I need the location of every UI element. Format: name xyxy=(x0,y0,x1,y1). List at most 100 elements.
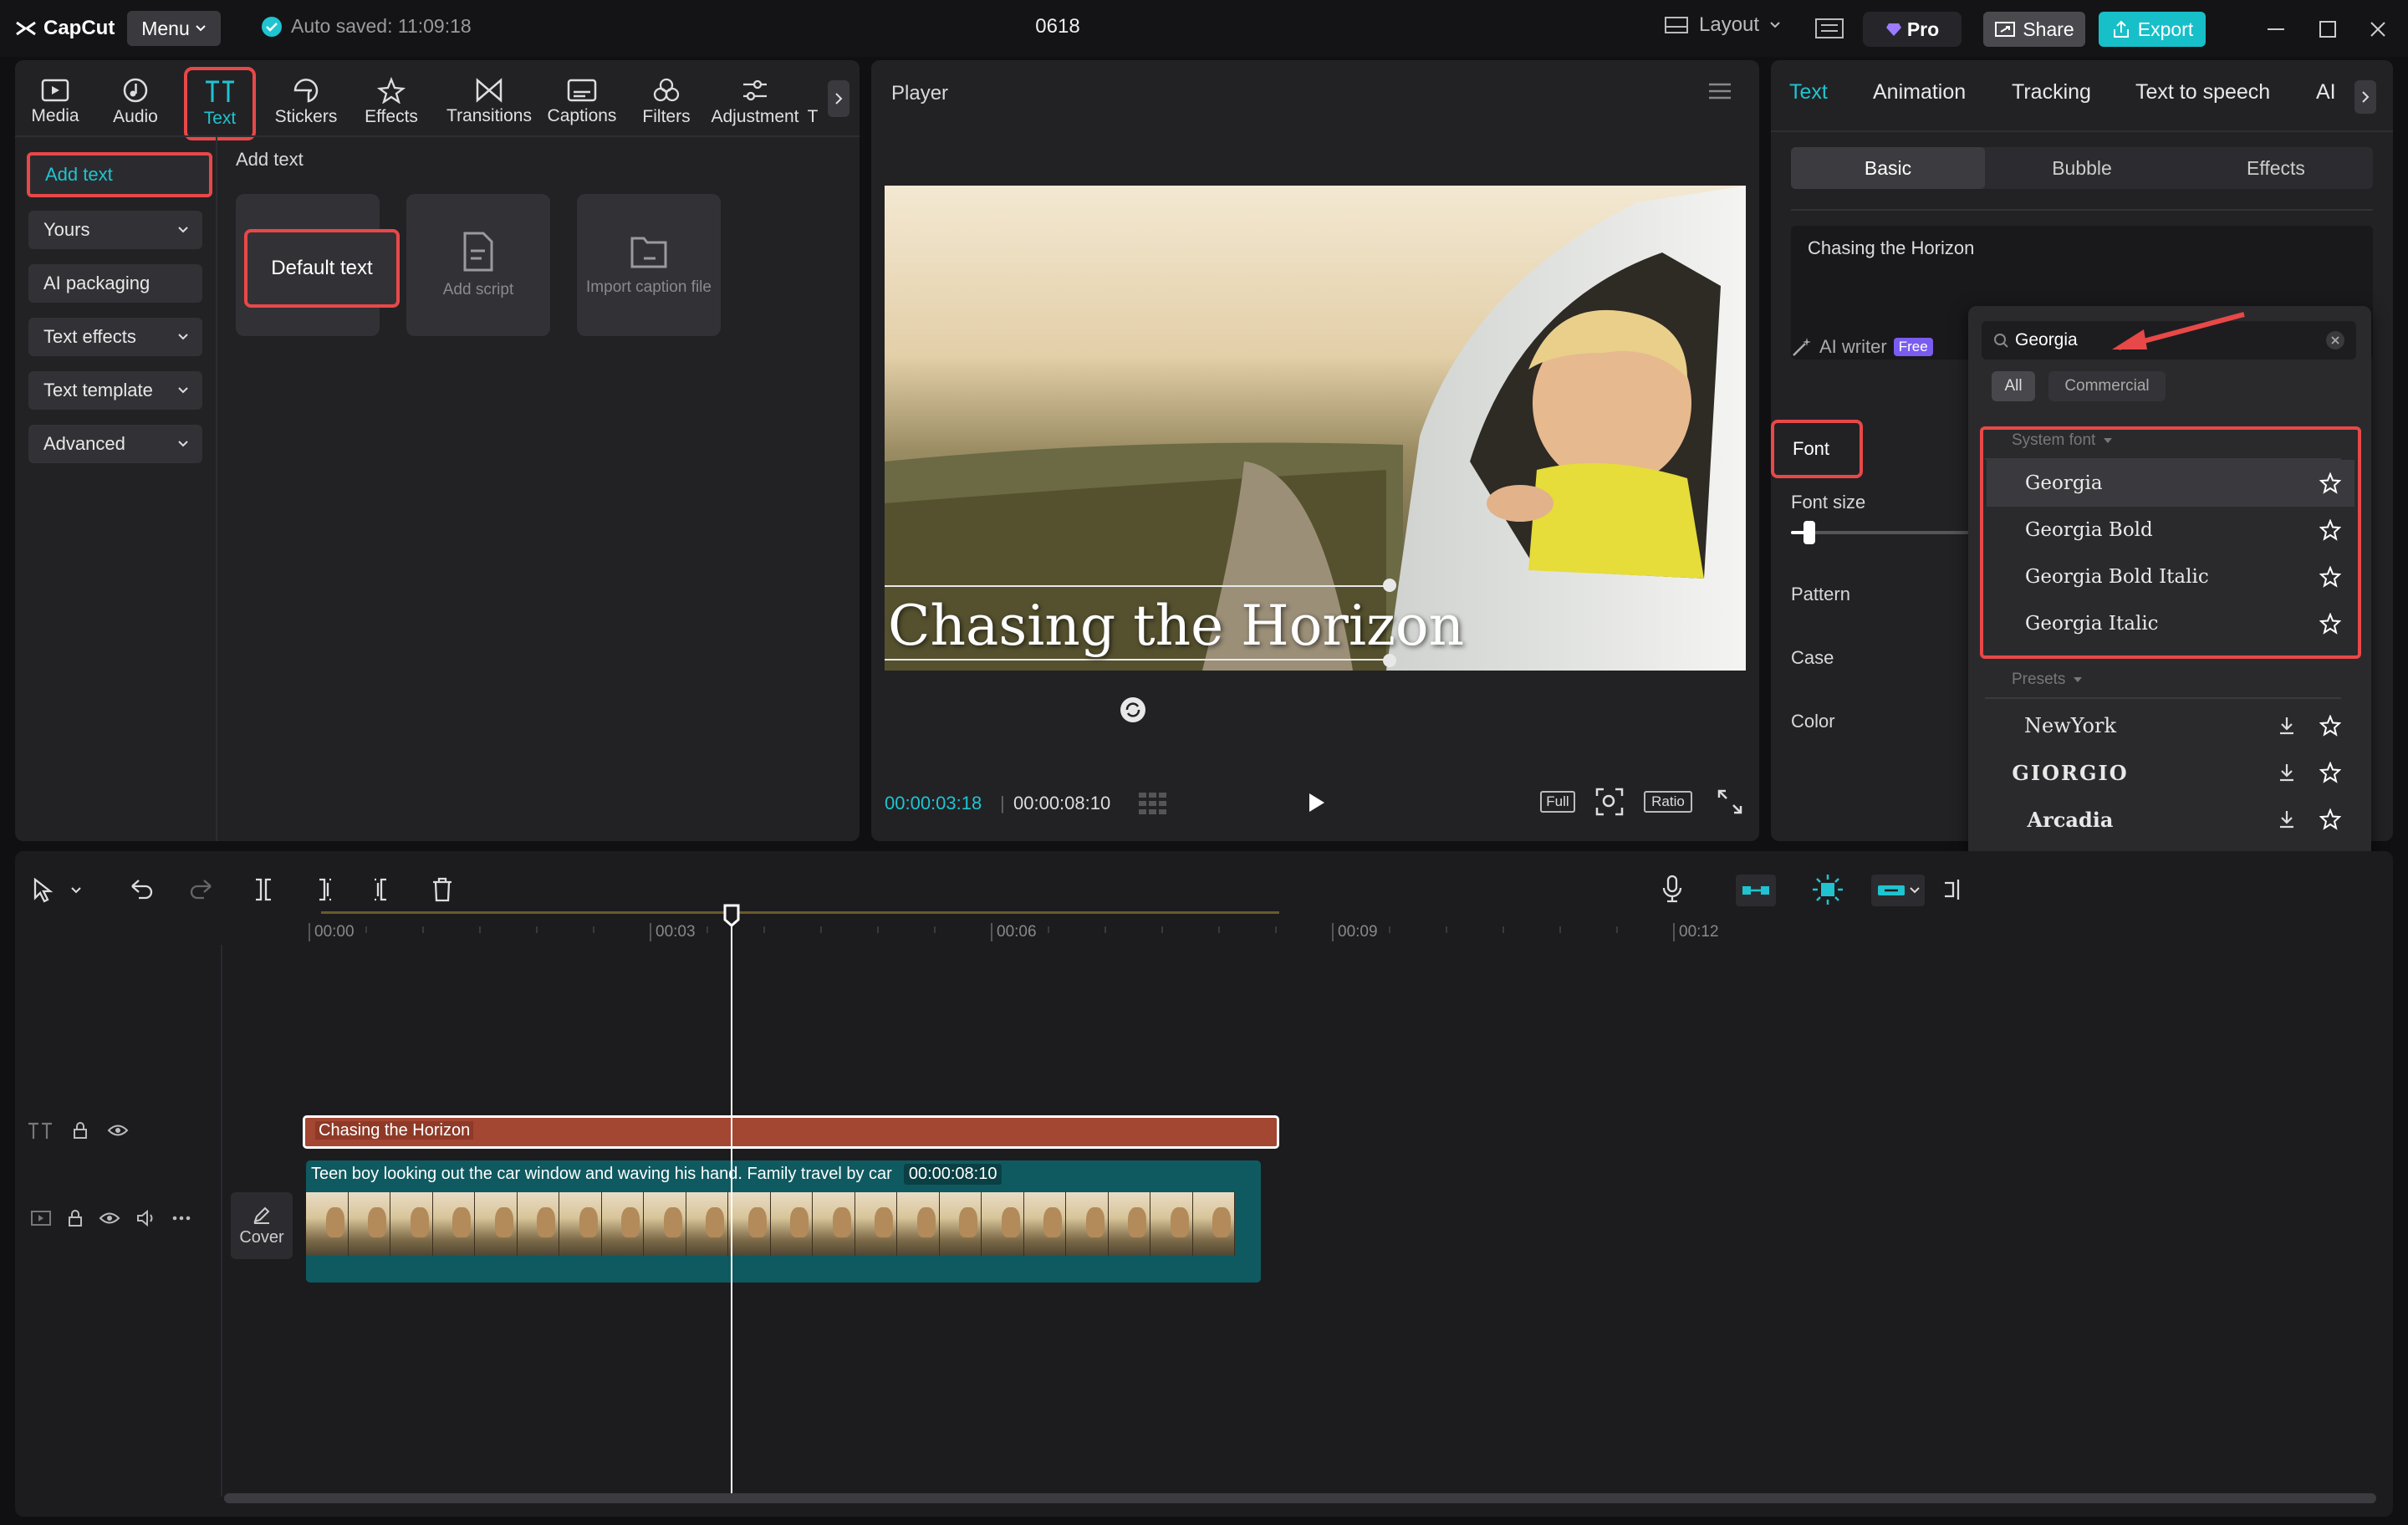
full-button[interactable]: Full xyxy=(1540,791,1575,813)
subtab-bubble[interactable]: Bubble xyxy=(1985,147,2179,189)
download-icon[interactable] xyxy=(2278,809,2296,829)
clear-search-icon[interactable] xyxy=(2326,331,2344,349)
video-caption[interactable]: Chasing the Horizon xyxy=(888,594,1464,658)
star-icon[interactable] xyxy=(2319,613,2341,635)
split-icon[interactable] xyxy=(251,876,276,903)
add-script-card[interactable]: Add script xyxy=(406,194,550,336)
pro-button[interactable]: Pro xyxy=(1863,12,1962,47)
side-item-advanced[interactable]: Advanced xyxy=(28,425,202,463)
tab-animation[interactable]: Animation xyxy=(1873,80,1966,105)
tab-ai[interactable]: AI xyxy=(2316,80,2344,105)
keyboard-icon[interactable] xyxy=(1814,17,1844,40)
star-icon[interactable] xyxy=(2319,762,2341,783)
share-button[interactable]: Share xyxy=(1983,12,2085,47)
star-icon[interactable] xyxy=(2319,566,2341,588)
timeline-scroll-thumb[interactable] xyxy=(224,1493,2376,1503)
select-tool-icon[interactable] xyxy=(32,878,54,903)
tab-tracking[interactable]: Tracking xyxy=(2012,80,2091,105)
default-text-button[interactable]: Default text xyxy=(244,229,400,308)
side-item-text-effects[interactable]: Text effects xyxy=(28,318,202,356)
redo-icon[interactable] xyxy=(189,878,214,901)
resize-handle[interactable] xyxy=(1383,579,1396,592)
star-icon[interactable] xyxy=(2319,808,2341,830)
font-option-georgia-italic[interactable]: Georgia Italic xyxy=(1987,600,2354,647)
tools-scroll-right[interactable] xyxy=(828,80,849,117)
playhead-handle[interactable] xyxy=(722,903,741,928)
text-clip[interactable]: Chasing the Horizon xyxy=(303,1115,1279,1149)
download-icon[interactable] xyxy=(2278,716,2296,736)
star-icon[interactable] xyxy=(2319,472,2341,494)
tool-text[interactable]: Text xyxy=(184,67,256,140)
preset-font-option[interactable]: GIORGIO xyxy=(1987,749,2354,796)
presets-section[interactable]: Presets xyxy=(2012,671,2084,689)
delete-right-icon[interactable] xyxy=(370,876,395,903)
menu-button[interactable]: Menu xyxy=(127,11,221,46)
eye-icon[interactable] xyxy=(107,1123,129,1138)
tool-filters[interactable]: Filters xyxy=(630,69,702,135)
subtab-basic[interactable]: Basic xyxy=(1791,147,1985,189)
cover-button[interactable]: Cover xyxy=(231,1192,293,1259)
tool-effects[interactable]: Effects xyxy=(355,69,428,135)
system-font-section[interactable]: System font xyxy=(2012,431,2114,450)
font-size-slider-thumb[interactable] xyxy=(1803,521,1815,544)
import-caption-card[interactable]: Import caption file xyxy=(577,194,721,336)
star-icon[interactable] xyxy=(2319,715,2341,737)
download-icon[interactable] xyxy=(2278,762,2296,783)
side-item-text-template[interactable]: Text template xyxy=(28,371,202,410)
hamburger-icon[interactable] xyxy=(1707,82,1732,100)
playhead[interactable] xyxy=(731,911,732,1500)
timeline-scrollbar[interactable] xyxy=(224,1493,2376,1503)
filter-all[interactable]: All xyxy=(1992,371,2035,401)
tool-audio[interactable]: Audio xyxy=(102,69,169,135)
zoom-fit-icon[interactable] xyxy=(1595,788,1624,816)
preview-axis-icon[interactable] xyxy=(1941,876,1967,903)
tool-media[interactable]: Media xyxy=(22,69,89,135)
tool-adjustment[interactable]: Adjustment xyxy=(706,69,804,135)
eye-icon[interactable] xyxy=(99,1211,120,1226)
side-item-add-text[interactable]: Add text xyxy=(27,152,212,197)
preset-font-option[interactable]: Arcadia xyxy=(1987,796,2354,843)
fullscreen-icon[interactable] xyxy=(1717,789,1742,814)
tab-text[interactable]: Text xyxy=(1789,80,1828,105)
side-item-ai-packaging[interactable]: AI packaging xyxy=(28,264,202,303)
ai-writer-button[interactable]: AI writer Free xyxy=(1791,336,1933,358)
font-option-georgia-bold-italic[interactable]: Georgia Bold Italic xyxy=(1987,553,2354,600)
speaker-icon[interactable] xyxy=(135,1209,157,1227)
undo-icon[interactable] xyxy=(129,878,154,901)
font-option-georgia-bold[interactable]: Georgia Bold xyxy=(1987,507,2354,553)
default-text-card[interactable]: Default text xyxy=(236,194,400,336)
tab-text-to-speech[interactable]: Text to speech xyxy=(2135,80,2270,105)
video-clip[interactable]: Teen boy looking out the car window and … xyxy=(306,1160,1261,1283)
preset-font-option[interactable]: NewYork xyxy=(1987,702,2354,749)
filter-commercial[interactable]: Commercial xyxy=(2048,371,2166,401)
lock-icon[interactable] xyxy=(67,1209,84,1227)
tool-transitions[interactable]: Transitions xyxy=(440,69,538,135)
play-icon[interactable] xyxy=(1304,791,1328,814)
more-icon[interactable] xyxy=(172,1215,191,1222)
linkage-icon[interactable] xyxy=(1871,875,1925,906)
tool-captions[interactable]: Captions xyxy=(540,69,624,135)
resize-handle[interactable] xyxy=(1383,654,1396,667)
subtab-effects[interactable]: Effects xyxy=(2179,147,2373,189)
tabs-scroll-right[interactable] xyxy=(2354,80,2376,114)
side-item-yours[interactable]: Yours xyxy=(28,211,202,249)
close-icon[interactable] xyxy=(2360,12,2396,47)
export-button[interactable]: Export xyxy=(2099,12,2206,47)
tool-more[interactable]: T xyxy=(801,69,824,135)
delete-left-icon[interactable] xyxy=(311,876,336,903)
minimize-icon[interactable] xyxy=(2258,12,2294,47)
tool-stickers[interactable]: Stickers xyxy=(268,69,344,135)
link-main-track-icon[interactable] xyxy=(1736,875,1776,906)
font-size-slider[interactable] xyxy=(1791,521,1975,544)
microphone-icon[interactable] xyxy=(1661,875,1684,903)
trash-icon[interactable] xyxy=(430,876,455,903)
timecode-grid-icon[interactable] xyxy=(1137,791,1176,816)
chevron-down-icon[interactable] xyxy=(70,886,82,895)
ratio-button[interactable]: Ratio xyxy=(1644,791,1692,813)
star-icon[interactable] xyxy=(2319,519,2341,541)
layout-button[interactable]: Layout xyxy=(1664,13,1781,37)
snap-icon[interactable] xyxy=(1811,873,1844,906)
rotate-icon[interactable] xyxy=(1119,696,1147,724)
maximize-icon[interactable] xyxy=(2309,12,2346,47)
video-preview[interactable]: Chasing the Horizon xyxy=(885,186,1746,671)
